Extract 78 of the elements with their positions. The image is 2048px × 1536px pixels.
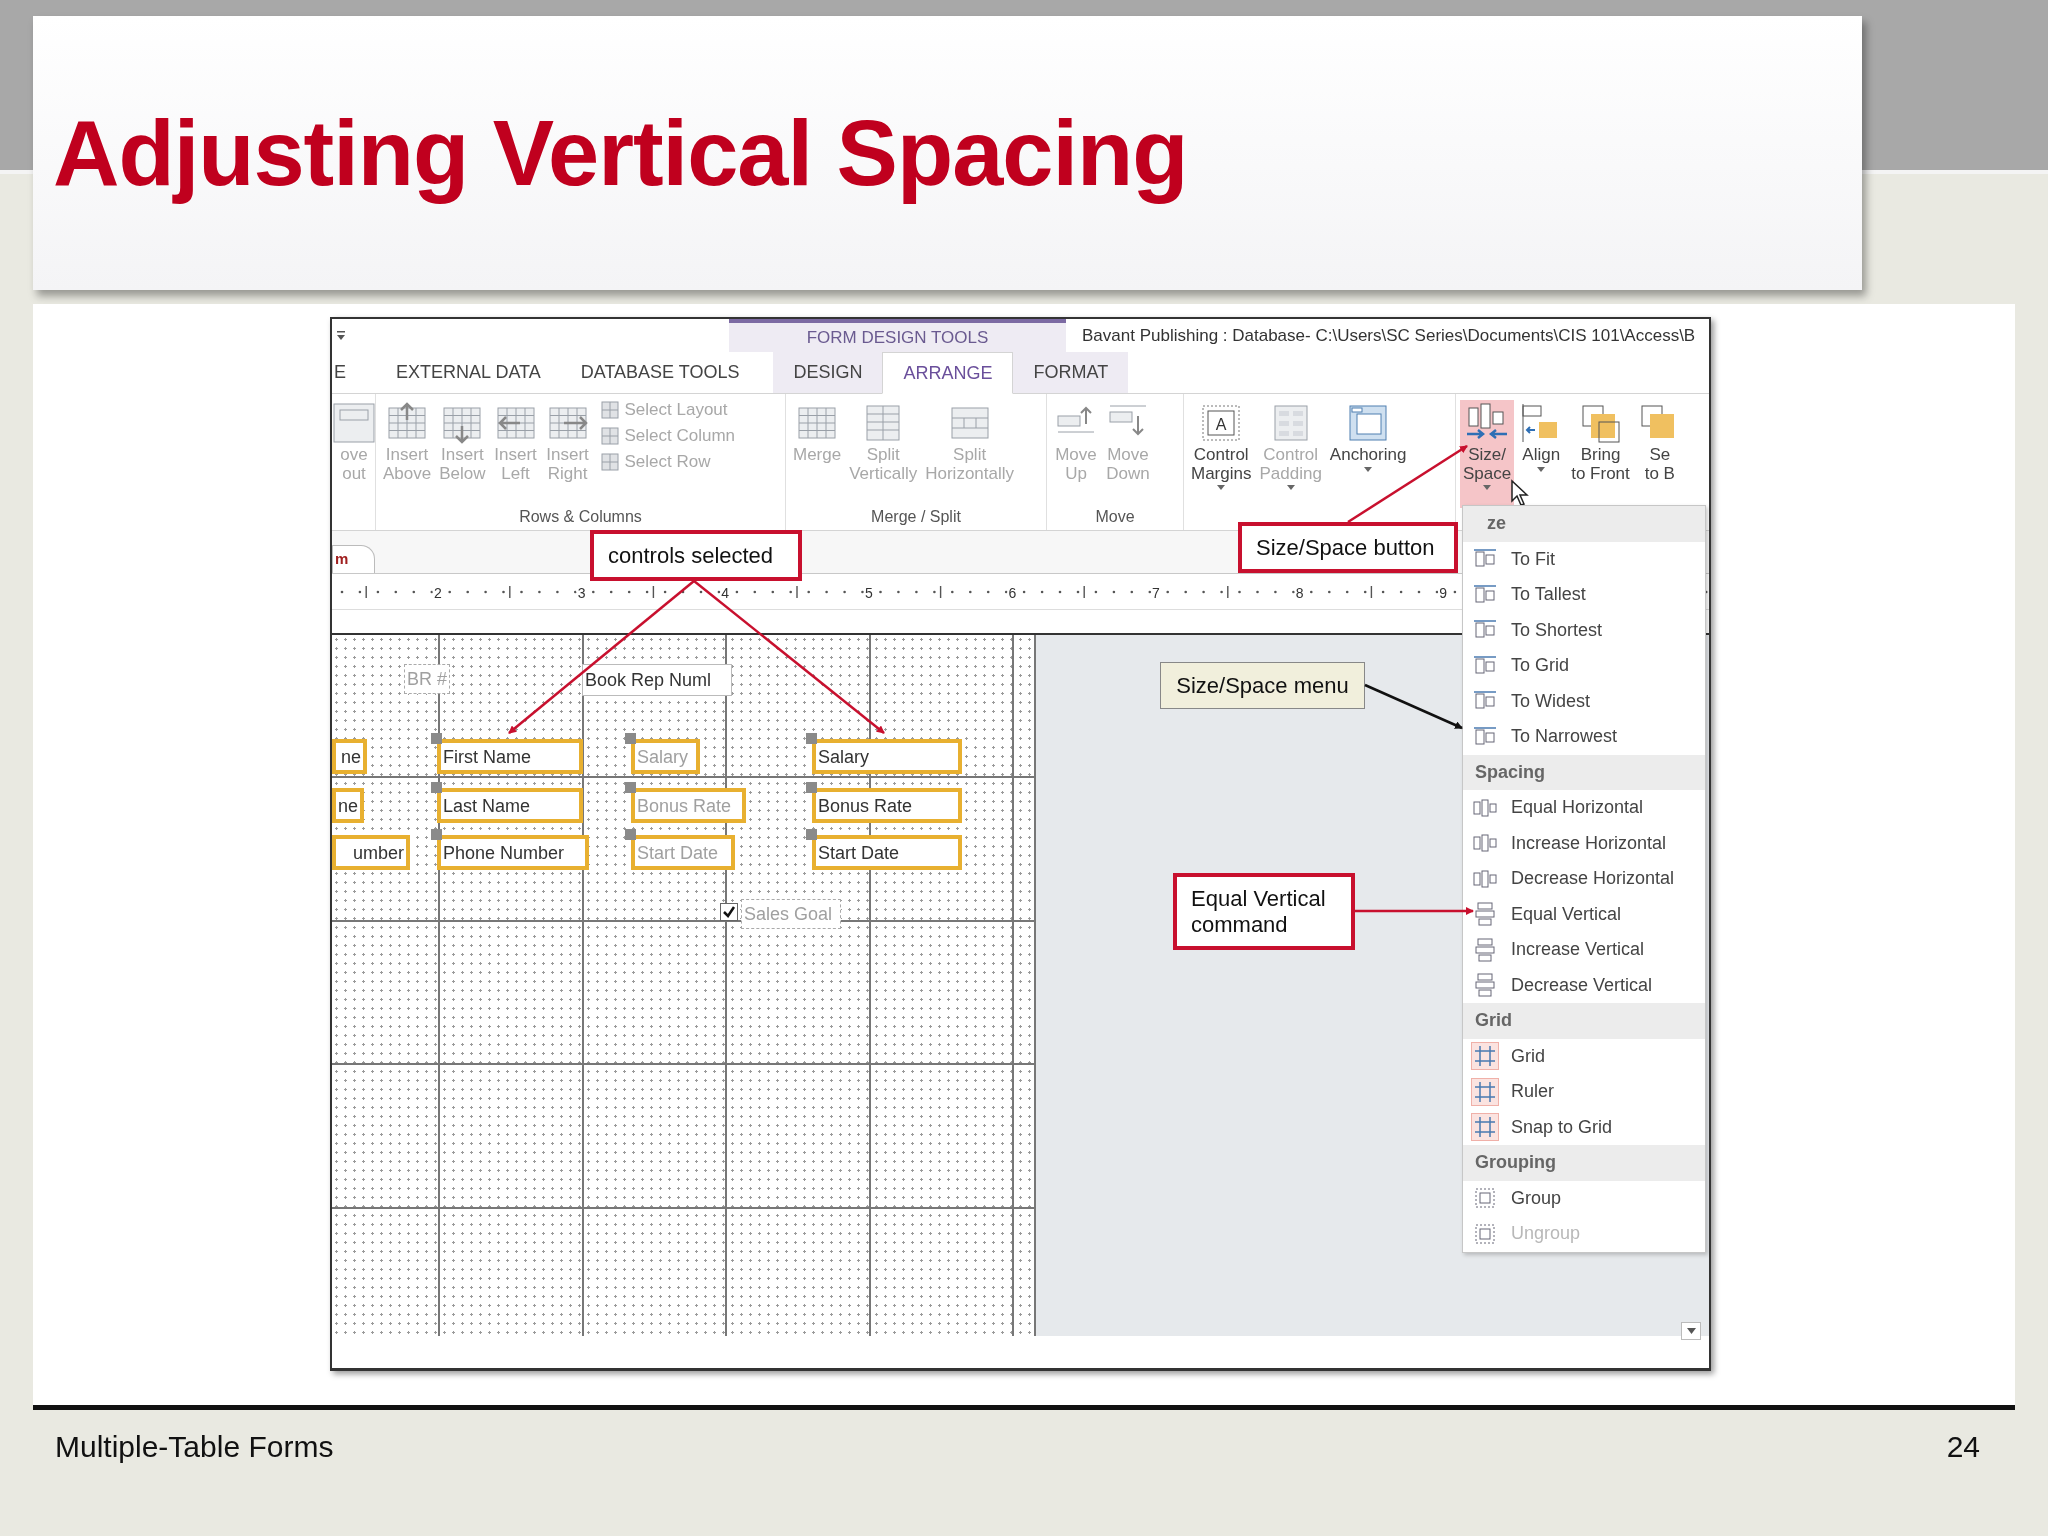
form-text-box[interactable]: ne: [332, 788, 364, 823]
menu-item[interactable]: Increase Vertical: [1463, 932, 1705, 968]
ribbon-button[interactable]: Align: [1516, 400, 1567, 508]
ruler-number: 9: [1439, 585, 1448, 601]
menu-item[interactable]: Equal Horizontal: [1463, 790, 1705, 826]
move-handle[interactable]: [431, 733, 442, 744]
window-title: Bavant Publishing : Database- C:\Users\SC Series\Documents\CIS 101\Access\B: [1081, 325, 1696, 347]
menu-item[interactable]: Grid: [1463, 1038, 1705, 1074]
grid-icon: [600, 427, 619, 445]
group-label: Merge / Split: [870, 508, 962, 527]
move-handle[interactable]: [431, 782, 442, 793]
ribbon-button[interactable]: Anchoring: [1326, 400, 1410, 508]
menu-item[interactable]: To Shortest: [1463, 612, 1705, 648]
menu-section-header: Grouping: [1463, 1145, 1705, 1181]
ribbon-tab[interactable]: DATABASE TOOLS: [560, 352, 760, 393]
menu-item[interactable]: Decrease Vertical: [1463, 967, 1705, 1003]
menu-item[interactable]: To Fit: [1463, 541, 1705, 577]
form-text-box[interactable]: Start Date: [812, 835, 962, 870]
ribbon-button[interactable]: Se to B: [1634, 400, 1685, 508]
ribbon-tab[interactable]: FORMAT: [1013, 352, 1129, 393]
menu-item[interactable]: Decrease Horizontal: [1463, 861, 1705, 897]
callout-box: Size/Space menu: [1160, 662, 1365, 709]
move-handle[interactable]: [625, 733, 636, 744]
ribbon-button[interactable]: Bring to Front: [1568, 400, 1633, 508]
move-handle[interactable]: [806, 829, 817, 840]
grid-icon: [600, 401, 619, 419]
ribbon-tab[interactable]: E: [332, 352, 376, 393]
form-text-box[interactable]: Last Name: [437, 788, 583, 823]
form-text-box[interactable]: Book Rep Numl: [582, 664, 732, 696]
group-label: Rows & Columns: [518, 508, 643, 527]
menu-section-header: ze: [1463, 506, 1705, 542]
move-handle[interactable]: [431, 829, 442, 840]
dropdown-icon[interactable]: [337, 330, 345, 340]
callout-box: Size/Space button: [1238, 522, 1458, 573]
ruler-number: 2: [434, 585, 442, 601]
menu-item[interactable]: Group: [1463, 1180, 1705, 1216]
move-handle[interactable]: [806, 782, 817, 793]
ruler-number: 7: [1152, 585, 1160, 601]
menu-item[interactable]: To Widest: [1463, 683, 1705, 719]
ribbon-tab[interactable]: DESIGN: [773, 352, 883, 393]
slide-title: Adjusting Vertical Spacing: [53, 100, 1188, 206]
move-handle[interactable]: [625, 782, 636, 793]
move-handle[interactable]: [806, 733, 817, 744]
page-number: 24: [1946, 1430, 1980, 1464]
checkbox[interactable]: [720, 903, 738, 921]
ribbon-tab[interactable]: EXTERNAL DATA: [376, 352, 561, 393]
document-tab[interactable]: m: [332, 545, 376, 573]
ruler-number: 5: [864, 585, 873, 601]
ribbon-button[interactable]: Size/ Space: [1460, 400, 1515, 508]
form-text-box[interactable]: Salary: [812, 739, 962, 774]
ruler-number: 4: [721, 585, 730, 601]
menu-item[interactable]: Ruler: [1463, 1074, 1705, 1110]
form-text-box[interactable]: umber: [332, 835, 410, 870]
form-text-box[interactable]: Bonus Rate: [812, 788, 962, 823]
menu-section-header: Grid: [1463, 1003, 1705, 1039]
menu-item[interactable]: To Grid: [1463, 648, 1705, 684]
ruler-number: 8: [1295, 585, 1304, 601]
grid-icon: [600, 453, 619, 471]
move-handle[interactable]: [625, 829, 636, 840]
callout-box: Equal Vertical command: [1173, 873, 1355, 950]
ruler-number: 3: [577, 585, 586, 601]
group-label: Move: [1094, 508, 1136, 527]
ribbon-button[interactable]: A Control Margins: [1188, 400, 1255, 508]
layout-icon: [332, 402, 376, 444]
form-text-box[interactable]: First Name: [437, 739, 583, 774]
footer-text: Multiple-Table Forms: [55, 1430, 334, 1464]
form-text-box[interactable]: ne: [332, 739, 367, 774]
menu-item[interactable]: To Narrowest: [1463, 719, 1705, 755]
ruler-number: 6: [1008, 585, 1017, 601]
context-tab-group: FORM DESIGN TOOLS: [729, 319, 1066, 352]
menu-item[interactable]: Increase Horizontal: [1463, 825, 1705, 861]
callout-box: controls selected: [590, 530, 802, 581]
form-text-box[interactable]: Phone Number: [437, 835, 589, 870]
menu-section-header: Spacing: [1463, 754, 1705, 790]
ribbon-tab[interactable]: ARRANGE: [882, 352, 1014, 394]
menu-item[interactable]: To Tallest: [1463, 577, 1705, 613]
menu-item[interactable]: Snap to Grid: [1463, 1109, 1705, 1145]
menu-item[interactable]: Equal Vertical: [1463, 896, 1705, 932]
